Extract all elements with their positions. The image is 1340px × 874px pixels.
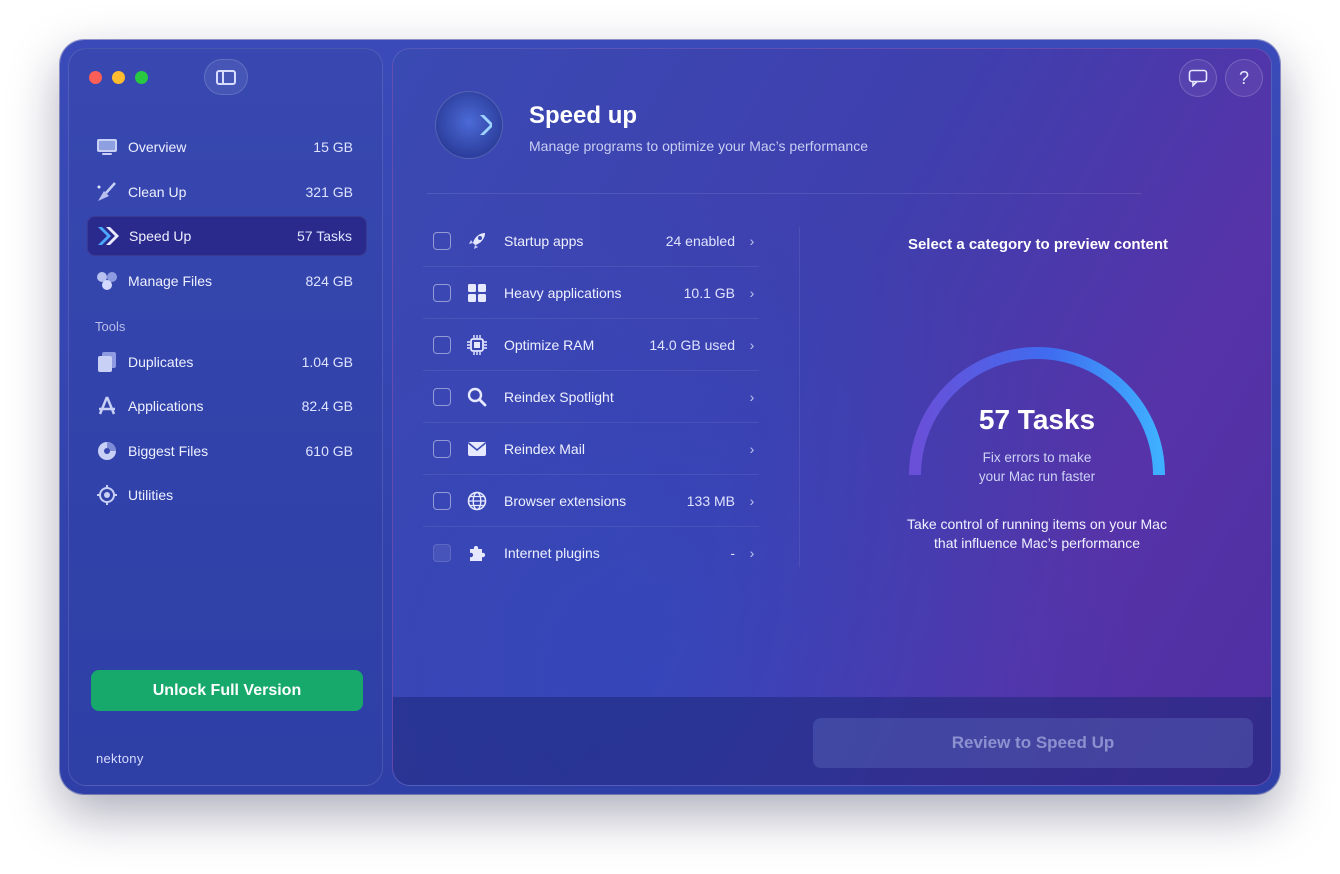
chevron-right-icon: ›	[749, 492, 755, 509]
category-value: 24 enabled	[665, 232, 735, 249]
sidebar: Overview 15 GB Clean Up 321 GB Speed Up …	[68, 48, 383, 786]
divider	[427, 193, 1141, 194]
sidebar-icon	[216, 69, 236, 85]
category-row-browser-extensions[interactable]: Browser extensions 133 MB ›	[423, 475, 759, 527]
category-value: -	[730, 545, 735, 561]
files-icon	[95, 269, 119, 293]
category-label: Reindex Mail	[504, 440, 585, 457]
unlock-full-version-button[interactable]: Unlock Full Version	[91, 670, 363, 711]
pie-chart-icon	[95, 439, 119, 463]
page-subtitle: Manage programs to optimize your Mac’s p…	[529, 138, 869, 154]
sidebar-item-applications[interactable]: Applications 82.4 GB	[87, 386, 367, 426]
sidebar-item-duplicates[interactable]: Duplicates 1.04 GB	[87, 342, 367, 382]
sidebar-toggle-button[interactable]	[204, 59, 248, 95]
globe-icon	[465, 489, 489, 513]
preview-title: Select a category to preview content	[907, 236, 1169, 253]
category-label: Heavy applications	[504, 284, 622, 301]
sidebar-item-value: 321 GB	[305, 183, 353, 200]
category-label: Browser extensions	[504, 492, 627, 509]
grid-icon	[465, 281, 489, 305]
category-value: 14.0 GB used	[649, 336, 735, 353]
category-row-internet-plugins[interactable]: Internet plugins - ›	[423, 527, 759, 579]
sidebar-item-label: Utilities	[128, 487, 174, 503]
speed-up-hero-icon	[435, 91, 503, 159]
preview-description: Take control of running items on your Ma…	[907, 516, 1167, 551]
zoom-window-button[interactable]	[135, 71, 148, 84]
category-value: 10.1 GB	[683, 284, 735, 301]
sidebar-item-label: Overview	[128, 139, 187, 155]
tools-section-title: Tools	[95, 318, 126, 334]
category-checkbox[interactable]	[433, 283, 451, 302]
tasks-caption: Fix errors to make your Mac run faster	[978, 450, 1096, 484]
rocket-icon	[465, 229, 489, 253]
sidebar-item-value: 82.4 GB	[301, 398, 353, 414]
speed-chevrons-icon	[96, 224, 120, 248]
close-window-button[interactable]	[89, 71, 102, 84]
page-title: Speed up	[529, 102, 638, 129]
sidebar-item-value: 1.04 GB	[301, 353, 353, 370]
sidebar-nav: Overview 15 GB Clean Up 321 GB Speed Up …	[87, 127, 367, 520]
sidebar-item-clean-up[interactable]: Clean Up 321 GB	[87, 172, 367, 212]
category-row-optimize-ram[interactable]: Optimize RAM 14.0 GB used ›	[423, 319, 759, 371]
sidebar-item-label: Duplicates	[128, 353, 194, 370]
chevron-right-icon: ›	[749, 545, 755, 561]
traffic-lights	[89, 71, 148, 84]
overview-icon	[95, 135, 119, 159]
minimize-window-button[interactable]	[112, 71, 125, 84]
help-icon: ?	[1238, 67, 1249, 88]
sidebar-item-value: 824 GB	[305, 272, 353, 289]
sidebar-item-label: Speed Up	[129, 228, 192, 244]
puzzle-icon	[465, 541, 489, 565]
chevron-right-icon: ›	[749, 336, 755, 353]
category-label: Optimize RAM	[504, 336, 595, 353]
category-row-startup-apps[interactable]: Startup apps 24 enabled ›	[423, 215, 759, 267]
gear-icon	[95, 483, 119, 507]
category-label: Internet plugins	[504, 545, 600, 561]
category-checkbox	[433, 544, 451, 562]
sidebar-item-label: Biggest Files	[128, 442, 209, 459]
feedback-button[interactable]	[1179, 59, 1217, 97]
chevron-right-icon: ›	[749, 388, 755, 405]
app-window: Overview 15 GB Clean Up 321 GB Speed Up …	[60, 40, 1280, 794]
brand-logo: nektony	[96, 751, 144, 766]
category-label: Reindex Spotlight	[504, 388, 614, 405]
mail-icon	[465, 437, 489, 461]
chevron-right-icon: ›	[749, 440, 755, 457]
sidebar-item-value: 57 Tasks	[297, 228, 352, 244]
sidebar-item-label: Applications	[128, 398, 204, 414]
chevron-right-icon: ›	[749, 284, 755, 301]
review-to-speed-up-button[interactable]: Review to Speed Up	[813, 718, 1253, 768]
category-row-heavy-applications[interactable]: Heavy applications 10.1 GB ›	[423, 267, 759, 319]
applications-icon	[95, 394, 119, 418]
category-checkbox[interactable]	[433, 491, 451, 510]
sidebar-item-speed-up[interactable]: Speed Up 57 Tasks	[87, 216, 367, 256]
chevron-right-icon: ›	[749, 232, 755, 249]
sidebar-item-label: Clean Up	[128, 183, 187, 200]
sidebar-item-value: 610 GB	[305, 442, 353, 459]
sidebar-item-overview[interactable]: Overview 15 GB	[87, 127, 367, 167]
category-row-reindex-mail[interactable]: Reindex Mail ›	[423, 423, 759, 475]
category-value: 133 MB	[686, 492, 735, 509]
category-checkbox[interactable]	[433, 231, 451, 250]
duplicates-icon	[95, 350, 119, 374]
main-panel: ? Speed up Manage programs to optimize y…	[392, 48, 1272, 786]
broom-icon	[95, 180, 119, 204]
help-button[interactable]: ?	[1225, 59, 1263, 97]
category-checkbox[interactable]	[433, 439, 451, 458]
sidebar-item-manage-files[interactable]: Manage Files 824 GB	[87, 261, 367, 301]
search-icon	[465, 385, 489, 409]
category-checkbox[interactable]	[433, 335, 451, 354]
chip-icon	[465, 333, 489, 357]
chat-bubble-icon	[1188, 69, 1208, 87]
category-row-reindex-spotlight[interactable]: Reindex Spotlight ›	[423, 371, 759, 423]
sidebar-item-biggest-files[interactable]: Biggest Files 610 GB	[87, 431, 367, 471]
category-checkbox[interactable]	[433, 387, 451, 406]
sidebar-item-value: 15 GB	[313, 139, 353, 155]
divider	[799, 227, 800, 567]
tasks-count: 57 Tasks	[978, 404, 1096, 435]
sidebar-item-label: Manage Files	[128, 272, 213, 289]
sidebar-item-utilities[interactable]: Utilities	[87, 475, 367, 515]
category-label: Startup apps	[504, 232, 584, 249]
category-list: Startup apps 24 enabled › Heavy applicat…	[423, 215, 759, 579]
